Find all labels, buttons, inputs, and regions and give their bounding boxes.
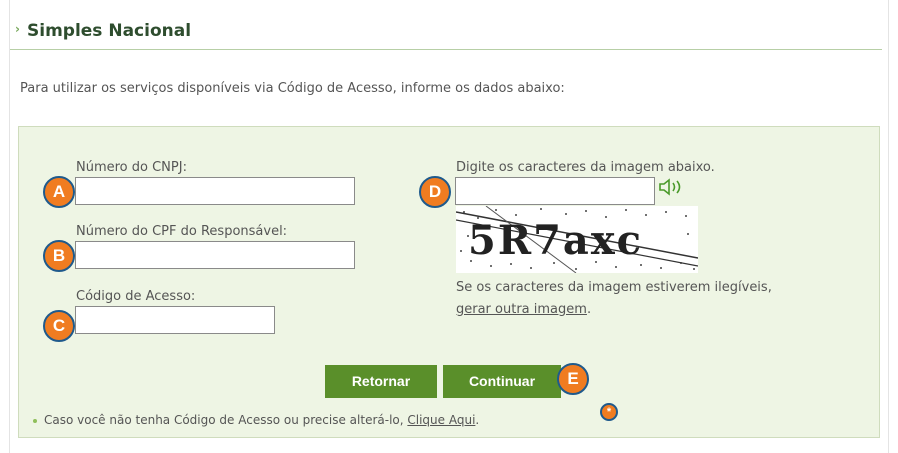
marker-star: * <box>600 403 618 421</box>
footer-end: . <box>475 413 480 427</box>
speaker-icon[interactable] <box>658 178 686 200</box>
captcha-regenerate-line: gerar outra imagem. <box>456 302 591 317</box>
continuar-button[interactable]: Continuar <box>443 365 561 398</box>
marker-a: A <box>43 176 75 208</box>
marker-c: C <box>43 310 75 342</box>
marker-b: B <box>43 240 75 272</box>
codigo-label: Código de Acesso: <box>76 289 196 304</box>
captcha-label: Digite os caracteres da imagem abaixo. <box>456 160 715 175</box>
retornar-button[interactable]: Retornar <box>325 365 437 398</box>
page-title: Simples Nacional <box>27 21 192 41</box>
captcha-image: 5R7axc <box>456 206 698 273</box>
clique-aqui-link[interactable]: Clique Aqui <box>407 413 475 427</box>
cpf-label: Número do CPF do Responsável: <box>76 224 288 239</box>
captcha-hint: Se os caracteres da imagem estiverem ile… <box>456 280 772 295</box>
captcha-text: 5R7axc <box>468 217 643 264</box>
captcha-input[interactable] <box>455 177 655 205</box>
cnpj-label: Número do CNPJ: <box>76 160 187 175</box>
cnpj-input[interactable] <box>75 177 355 205</box>
section-header: › Simples Nacional <box>10 14 882 50</box>
chevron-right-icon: › <box>15 22 20 36</box>
intro-text: Para utilizar os serviços disponíveis vi… <box>20 81 565 96</box>
cpf-input[interactable] <box>75 241 355 269</box>
marker-d: D <box>419 176 451 208</box>
codigo-input[interactable] <box>75 306 275 334</box>
footer-text: Caso você não tenha Código de Acesso ou … <box>44 413 408 427</box>
captcha-hint-end: . <box>586 302 592 317</box>
footer-bullet <box>33 419 37 423</box>
footer-note: Caso você não tenha Código de Acesso ou … <box>44 413 479 427</box>
regenerate-captcha-link[interactable]: gerar outra imagem <box>456 302 587 317</box>
marker-e: E <box>557 363 589 395</box>
